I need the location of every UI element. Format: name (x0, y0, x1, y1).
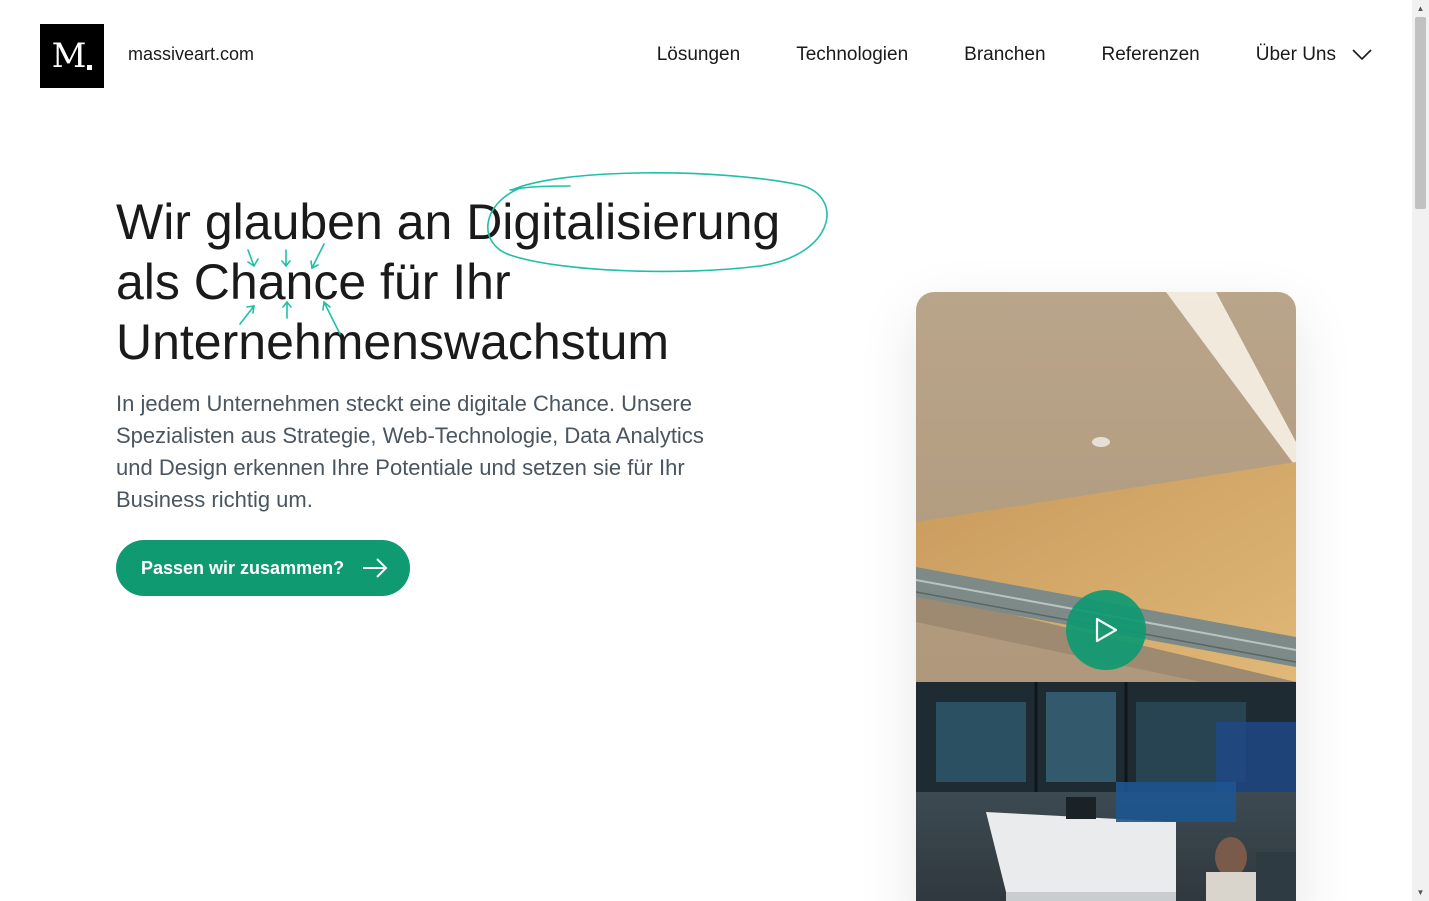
vertical-scrollbar[interactable]: ▲ ▼ (1412, 0, 1429, 901)
ellipse-tail-scribble (509, 185, 571, 191)
play-button[interactable] (1066, 590, 1146, 670)
scroll-up-arrow-icon[interactable]: ▲ (1412, 0, 1429, 17)
arrow-right-icon (363, 558, 388, 578)
logo-letter: M (51, 36, 87, 76)
chevron-down-icon (1352, 49, 1372, 61)
scrollbar-thumb[interactable] (1415, 17, 1426, 209)
headline-line-3: Unternehmenswachstum (116, 314, 670, 370)
video-thumbnail[interactable] (916, 292, 1296, 901)
main-nav: Lösungen Technologien Branchen Referenze… (601, 44, 1372, 66)
nav-item-ueber-uns[interactable]: Über Uns (1256, 44, 1372, 66)
nav-item-technologien[interactable]: Technologien (796, 44, 908, 66)
logo-dot (87, 64, 93, 70)
hero-lead: In jedem Unternehmen steckt eine digital… (116, 391, 704, 512)
page: M massiveart.com Lösungen Technologien B… (0, 0, 1412, 901)
nav-item-loesungen[interactable]: Lösungen (657, 44, 740, 66)
play-icon (1095, 617, 1118, 643)
nav-item-ueber-uns-label: Über Uns (1255, 44, 1336, 65)
cta-label: Passen wir zusammen? (141, 557, 345, 578)
scroll-down-arrow-icon[interactable]: ▼ (1412, 884, 1429, 901)
nav-item-referenzen[interactable]: Referenzen (1102, 44, 1200, 66)
logo[interactable]: M (40, 24, 104, 88)
nav-item-branchen[interactable]: Branchen (964, 44, 1045, 66)
headline-line-1: Wir glauben an Digitalisierung (116, 194, 781, 250)
headline-line-2: als Chance für Ihr (116, 254, 511, 310)
site-name[interactable]: massiveart.com (128, 44, 254, 65)
cta-button[interactable]: Passen wir zusammen? (116, 540, 410, 596)
hero-headline: Wir glauben an Digitalisierung als Chanc… (116, 192, 876, 372)
